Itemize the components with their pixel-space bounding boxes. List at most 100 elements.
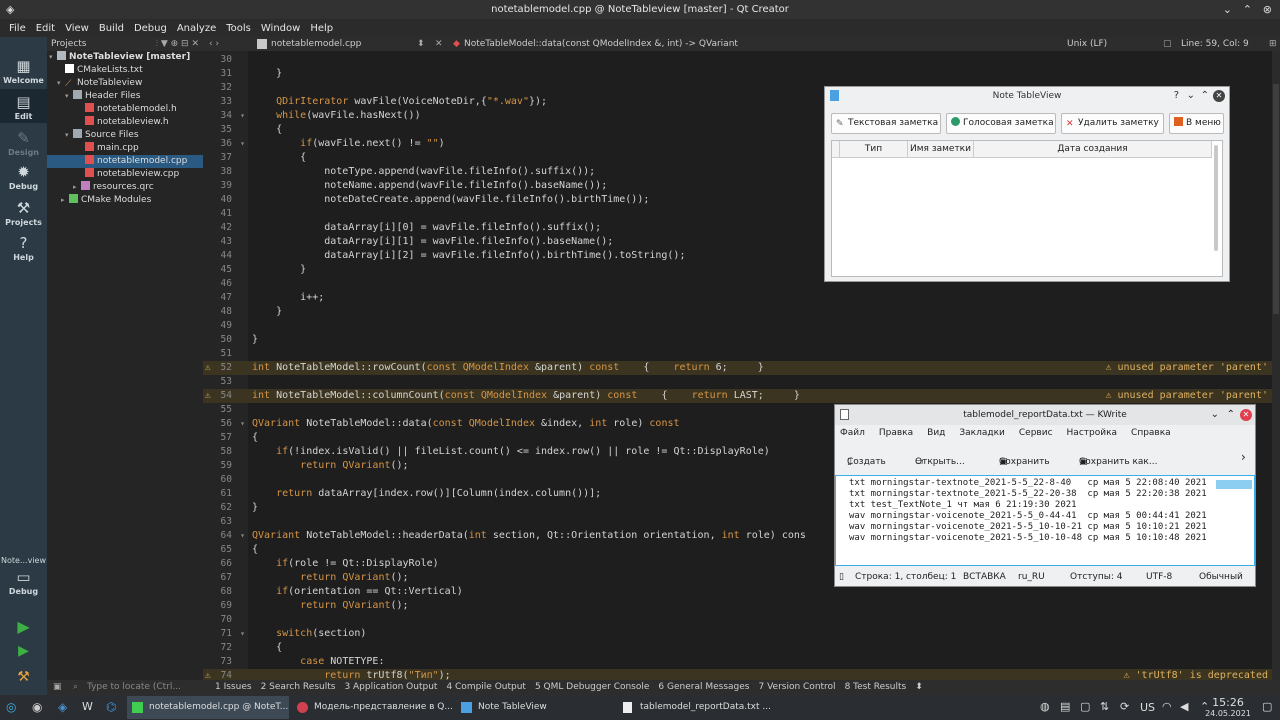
- menu-build[interactable]: Build: [99, 23, 124, 34]
- steam-icon[interactable]: ◍: [1040, 700, 1050, 713]
- run-icon[interactable]: ▶: [0, 617, 47, 636]
- kwrite-menu-file[interactable]: Файл: [840, 428, 865, 438]
- tree-item-target[interactable]: ▾ ⟋ NoteTableview: [47, 77, 203, 90]
- close-button[interactable]: ✕: [1240, 409, 1252, 421]
- kwrite-menu-tools[interactable]: Сервис: [1019, 428, 1053, 438]
- text-note-button[interactable]: ✎ Текстовая заметка: [831, 113, 941, 134]
- task-browser[interactable]: Модель-представление в Q...: [292, 696, 454, 719]
- tree-item-source-files[interactable]: ▾ Source Files: [47, 129, 203, 142]
- maximize-icon[interactable]: ⌃: [1243, 0, 1252, 19]
- mode-design[interactable]: ✎ Design: [0, 129, 47, 157]
- kwrite-text-area[interactable]: txt morningstar-textnote_2021-5-5_22-8-4…: [835, 475, 1255, 566]
- cursor-status[interactable]: Строка: 1, столбец: 1: [855, 568, 956, 586]
- menu-file[interactable]: File: [9, 23, 26, 34]
- warning-message[interactable]: ⚠ unused parameter 'parent': [1105, 361, 1268, 375]
- open-file-combo[interactable]: notetablemodel.cpp: [271, 37, 361, 51]
- fold-marker-icon[interactable]: ▾: [240, 109, 245, 123]
- file-combo-arrow-icon[interactable]: ⬍: [417, 37, 425, 51]
- symbol-combo[interactable]: NoteTableModel::data(const QModelIndex &…: [464, 37, 738, 51]
- indent-combo[interactable]: Отступы: 4: [1070, 568, 1122, 586]
- mode-help[interactable]: ? Help: [0, 234, 47, 262]
- output-tab-version-control[interactable]: 7 Version Control: [758, 680, 835, 695]
- more-tabs-icon[interactable]: ⬍: [915, 680, 923, 695]
- output-tab-search-results[interactable]: 2 Search Results: [261, 680, 336, 695]
- kwrite-menu-help[interactable]: Справка: [1131, 428, 1171, 438]
- keyboard-layout[interactable]: US: [1140, 701, 1155, 714]
- volume-icon[interactable]: ◀: [1180, 700, 1188, 713]
- column-header-date[interactable]: Дата создания: [974, 141, 1212, 158]
- close-button[interactable]: ✕: [1213, 90, 1225, 102]
- line-ending-combo[interactable]: Unix (LF): [1067, 37, 1107, 51]
- minimap[interactable]: [1216, 480, 1252, 489]
- debug-run-icon[interactable]: ▶: [0, 643, 47, 659]
- maximize-button[interactable]: ⌃: [1201, 87, 1209, 105]
- tree-root[interactable]: ▾ NoteTableview [master]: [47, 51, 203, 64]
- output-tab-qml-console[interactable]: 5 QML Debugger Console: [535, 680, 649, 695]
- menu-view[interactable]: View: [65, 23, 89, 34]
- toolbar-overflow-icon[interactable]: ›: [1241, 450, 1246, 464]
- back-to-menu-button[interactable]: В меню: [1169, 113, 1224, 134]
- telegram-icon[interactable]: ◈: [58, 700, 67, 714]
- menu-help[interactable]: Help: [310, 23, 333, 34]
- menu-edit[interactable]: Edit: [36, 23, 55, 34]
- task-qt-creator[interactable]: notetablemodel.cpp @ NoteT...: [127, 696, 289, 719]
- menu-debug[interactable]: Debug: [134, 23, 167, 34]
- vscode-icon[interactable]: ⌬: [106, 700, 116, 714]
- warning-message[interactable]: ⚠ unused parameter 'parent': [1105, 389, 1268, 403]
- clock-time[interactable]: 15:26: [1208, 696, 1248, 709]
- code-model-icon[interactable]: ▢: [1163, 37, 1172, 51]
- kwrite-menu-settings[interactable]: Настройка: [1067, 428, 1118, 438]
- discord-icon[interactable]: ◉: [32, 700, 42, 714]
- mode-welcome[interactable]: ▦ Welcome: [0, 57, 47, 85]
- split-icon[interactable]: ⊞: [1269, 37, 1277, 51]
- help-button[interactable]: ?: [1174, 87, 1179, 105]
- maximize-button[interactable]: ⌃: [1227, 405, 1235, 425]
- fold-marker-icon[interactable]: ▾: [240, 627, 245, 641]
- menu-tools[interactable]: Tools: [226, 23, 251, 34]
- menu-window[interactable]: Window: [261, 23, 300, 34]
- fold-marker-icon[interactable]: ▾: [240, 417, 245, 431]
- table-scrollbar[interactable]: [1214, 145, 1218, 251]
- task-kwrite[interactable]: tablemodel_reportData.txt ...: [618, 696, 780, 719]
- minimize-icon[interactable]: ⌄: [1223, 0, 1232, 19]
- clock-date[interactable]: 24.05.2021: [1200, 709, 1256, 718]
- editor-scrollbar[interactable]: [1272, 51, 1280, 680]
- encoding-combo[interactable]: UTF-8: [1146, 568, 1172, 586]
- tree-item-notetableview-h[interactable]: notetableview.h: [47, 116, 203, 129]
- kwrite-menu-view[interactable]: Вид: [927, 428, 945, 438]
- app-icon[interactable]: W: [82, 700, 93, 713]
- output-tab-test-results[interactable]: 8 Test Results: [845, 680, 907, 695]
- notes-table[interactable]: Тип Имя заметки Дата создания: [831, 140, 1223, 277]
- close-icon[interactable]: ⊗: [1263, 0, 1272, 19]
- toggle-sidebar-icon[interactable]: ▣: [53, 680, 62, 695]
- tree-item-cmake-modules[interactable]: ▸ CMake Modules: [47, 194, 203, 207]
- fold-marker-icon[interactable]: ▾: [240, 137, 245, 151]
- scroll-thumb[interactable]: [1273, 84, 1279, 314]
- kwrite-menu-bookmarks[interactable]: Закладки: [959, 428, 1005, 438]
- warning-message[interactable]: ⚠ 'trUtf8' is deprecated: [1124, 669, 1269, 680]
- app-menu-icon[interactable]: ◈: [6, 0, 14, 19]
- tree-item-resources[interactable]: ▸ resources.qrc: [47, 181, 203, 194]
- tree-item-header-files[interactable]: ▾ Header Files: [47, 90, 203, 103]
- output-tab-compile-output[interactable]: 4 Compile Output: [446, 680, 526, 695]
- tree-item-notetablemodel-cpp[interactable]: notetablemodel.cpp: [47, 155, 203, 168]
- network-icon[interactable]: ⇅: [1100, 700, 1109, 713]
- mode-projects[interactable]: ⚒ Projects: [0, 199, 47, 227]
- column-header-name[interactable]: Имя заметки: [908, 141, 974, 158]
- show-desktop-icon[interactable]: ▢: [1262, 700, 1272, 713]
- clipboard-icon[interactable]: ▢: [1080, 700, 1090, 713]
- nav-back-forward-icon[interactable]: ‹ ›: [209, 37, 219, 51]
- cursor-position[interactable]: Line: 59, Col: 9: [1181, 37, 1249, 51]
- output-tab-general-messages[interactable]: 6 General Messages: [658, 680, 749, 695]
- delete-note-button[interactable]: ✕ Удалить заметку: [1061, 113, 1164, 134]
- dictionary-combo[interactable]: ru_RU: [1018, 568, 1045, 586]
- output-tab-issues[interactable]: 1 Issues: [215, 680, 252, 695]
- mode-edit[interactable]: ▤ Edit: [0, 89, 47, 123]
- voice-note-button[interactable]: Голосовая заметка: [946, 113, 1056, 134]
- build-hammer-icon[interactable]: ⚒: [0, 669, 47, 685]
- menu-analyze[interactable]: Analyze: [177, 23, 216, 34]
- filter-icon[interactable]: ⫶ ▼ ⊕ ⊟ ✕: [156, 37, 199, 51]
- column-header-type[interactable]: Тип: [840, 141, 908, 158]
- minimize-button[interactable]: ⌄: [1187, 87, 1195, 105]
- kit-selector[interactable]: Note...view ▭ Debug: [0, 556, 47, 596]
